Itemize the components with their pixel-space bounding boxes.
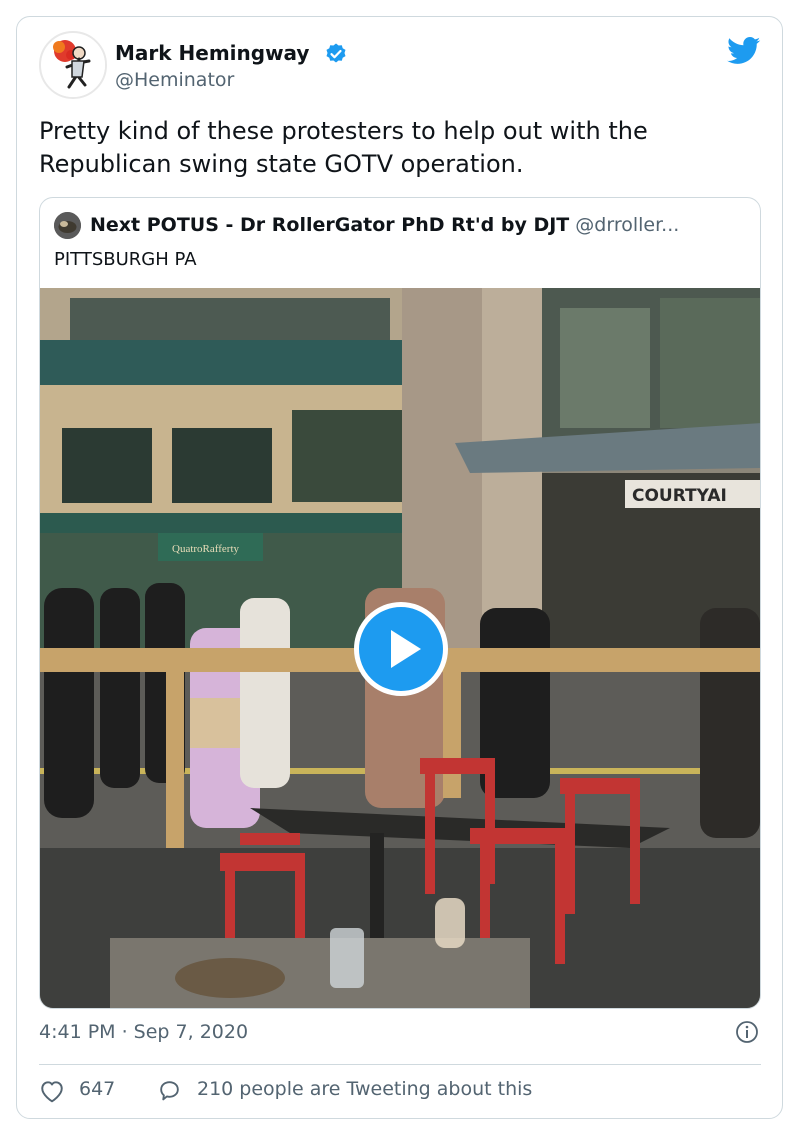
author-name[interactable]: Mark Hemingway xyxy=(115,41,309,65)
courtyard-sign: COURTYAI xyxy=(632,486,727,506)
author-avatar[interactable] xyxy=(39,31,107,99)
info-icon[interactable] xyxy=(735,1020,759,1044)
quoted-author-avatar xyxy=(54,212,81,239)
play-icon xyxy=(391,630,421,668)
quoted-tweet[interactable]: Next POTUS - Dr RollerGator PhD Rt'd by … xyxy=(39,197,761,1009)
video-player[interactable]: QuatroRafferty COURTYAI xyxy=(40,288,760,1008)
quoted-author-handle[interactable]: @drroller... xyxy=(575,214,679,236)
quoted-author-name[interactable]: Next POTUS - Dr RollerGator PhD Rt'd by … xyxy=(90,214,569,236)
verified-badge-icon xyxy=(326,43,346,63)
author-handle[interactable]: @Heminator xyxy=(115,69,234,91)
avatar-image xyxy=(42,34,105,97)
quoted-avatar-image xyxy=(54,212,81,239)
quoted-author-line: Next POTUS - Dr RollerGator PhD Rt'd by … xyxy=(90,214,750,236)
speech-bubble-icon[interactable] xyxy=(157,1078,182,1103)
quoted-tweet-text: PITTSBURGH PA xyxy=(54,249,197,270)
heart-icon[interactable] xyxy=(39,1079,65,1103)
tweet-timestamp[interactable]: 4:41 PM · Sep 7, 2020 xyxy=(39,1021,248,1043)
tweeting-about-link[interactable]: 210 people are Tweeting about this xyxy=(197,1078,532,1100)
storefront-sign: QuatroRafferty xyxy=(172,543,239,555)
tweet-text: Pretty kind of these protesters to help … xyxy=(39,117,648,178)
divider xyxy=(39,1064,761,1065)
tweet-card: Mark Hemingway @Heminator Pretty kind of… xyxy=(16,16,783,1119)
twitter-bird-icon[interactable] xyxy=(727,37,761,65)
like-count[interactable]: 647 xyxy=(79,1078,115,1100)
play-button[interactable] xyxy=(354,602,448,696)
